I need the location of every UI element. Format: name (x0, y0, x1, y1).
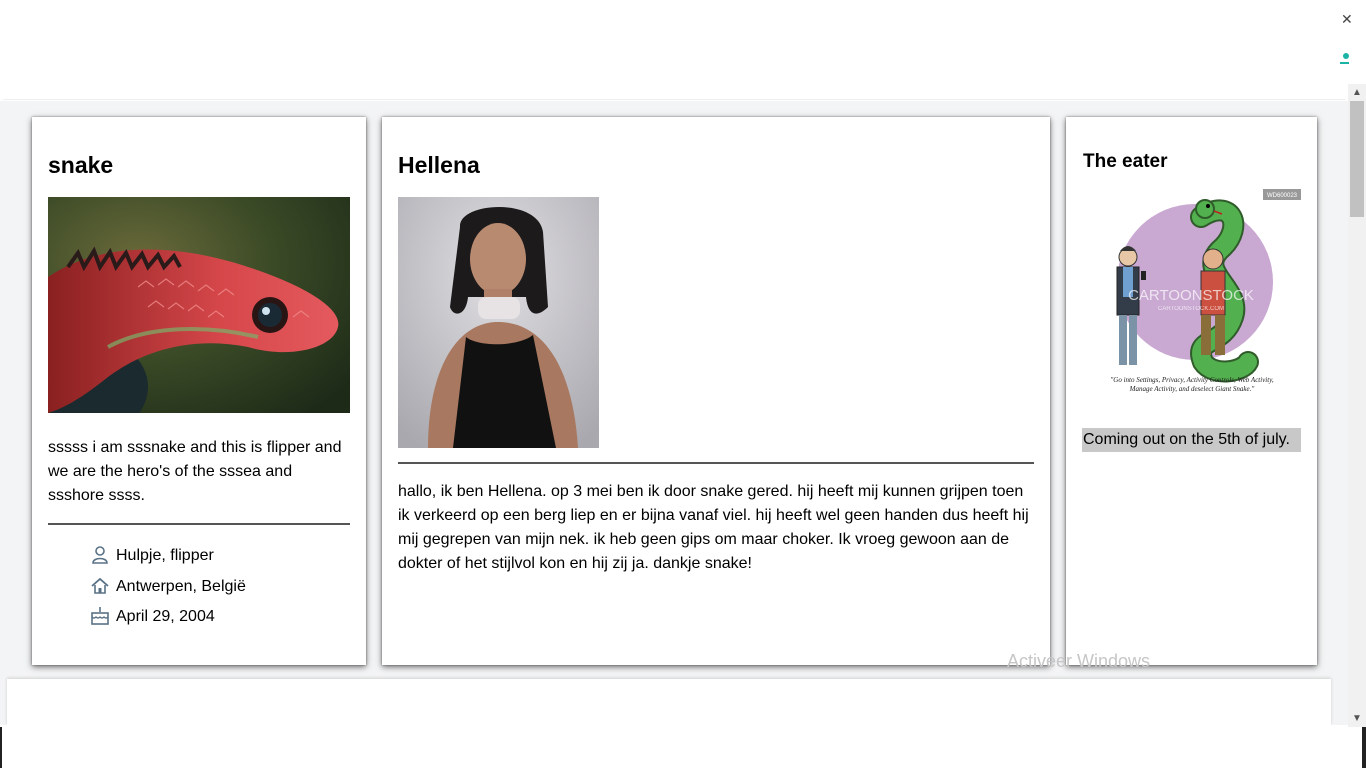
hellena-photo (398, 197, 599, 448)
birthday-cake-icon (91, 607, 109, 625)
snake-bio-text: sssss i am sssnake and this is flipper a… (48, 439, 342, 504)
cartoon-id-text: WD600023 (1267, 193, 1298, 199)
info-row-location: Antwerpen, België (90, 576, 246, 596)
info-row-team: Hulpje, flipper (90, 545, 214, 565)
bottom-panel (7, 679, 1331, 725)
eater-card-title: The eater (1083, 151, 1168, 172)
vertical-scrollbar[interactable]: ▲ ▼ (1348, 84, 1366, 727)
snake-card-title: snake (48, 152, 114, 178)
menu-indicator-icon[interactable] (1343, 53, 1349, 59)
cartoon-image: WD600023 CARTOONSTOCK CARTOONSTOCK.COM "… (1083, 187, 1301, 399)
info-birthday-text: April 29, 2004 (116, 608, 215, 625)
home-icon (91, 577, 109, 594)
window-edge-right (1362, 727, 1366, 768)
scroll-down-arrow-icon[interactable]: ▼ (1348, 710, 1366, 727)
info-location-text: Antwerpen, België (116, 578, 246, 595)
cartoon-watermark: CARTOONSTOCK (1128, 287, 1254, 304)
close-icon[interactable]: ✕ (1341, 12, 1353, 26)
top-header-area (3, 1, 1345, 100)
divider (48, 523, 350, 525)
scroll-up-arrow-icon[interactable]: ▲ (1348, 84, 1366, 101)
bottom-strip (0, 725, 1366, 768)
info-row-birthday: April 29, 2004 (90, 606, 215, 626)
hellena-post-card: Hellena hallo, ik ben Hellena. op 3 mei … (382, 117, 1050, 665)
release-date-banner: Coming out on the 5th of july. (1082, 428, 1301, 452)
divider (398, 462, 1034, 464)
snake-photo (48, 197, 350, 413)
menu-indicator-bar (1340, 62, 1349, 64)
eater-card: The eater WD600023 CARTOONSTOCK CARTOONS… (1066, 117, 1317, 665)
windows-activation-watermark: Activeer Windows (1007, 651, 1151, 671)
info-team-text: Hulpje, flipper (116, 547, 214, 564)
cartoon-caption-line1: "Go into Settings, Privacy, Activity Con… (1110, 376, 1274, 384)
snake-profile-card: snake sssss i am sssnake and this is fli… (32, 117, 366, 665)
person-icon (92, 546, 108, 564)
cartoon-watermark-sub: CARTOONSTOCK.COM (1158, 306, 1224, 312)
hellena-post-text: hallo, ik ben Hellena. op 3 mei ben ik d… (398, 483, 1029, 572)
window-edge-left (0, 727, 2, 768)
cartoon-caption-line2: Manage Activity, and deselect Giant Snak… (1129, 385, 1255, 393)
scrollbar-thumb[interactable] (1350, 101, 1364, 217)
hellena-card-title: Hellena (398, 152, 480, 178)
